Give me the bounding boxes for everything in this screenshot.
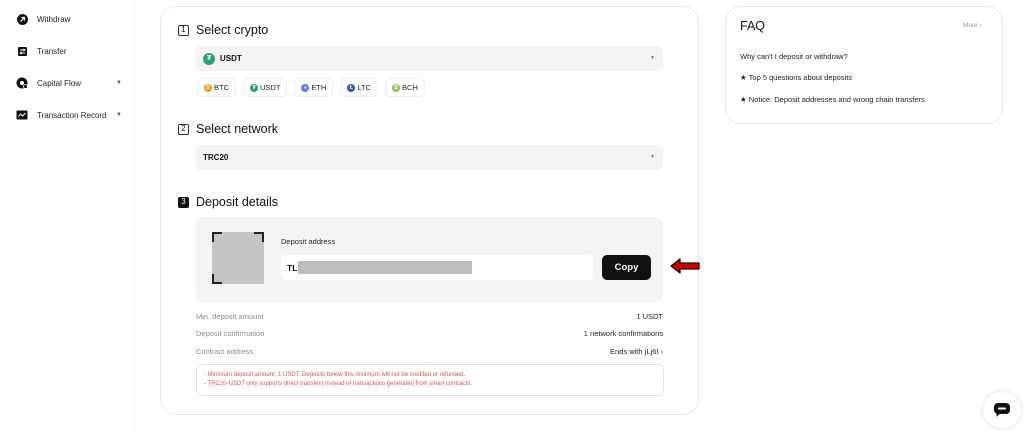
step-title: Deposit details xyxy=(196,195,278,209)
step-select-network: 2 Select network xyxy=(178,122,278,136)
usdt-icon: ₮ xyxy=(250,83,258,92)
deposit-address-prefix: TL xyxy=(287,262,298,273)
copy-button[interactable]: Copy xyxy=(602,255,651,280)
info-value: 1 USDT xyxy=(636,312,663,321)
step-number: 2 xyxy=(178,123,189,135)
info-row-contract-address: Contract address Ends with jLj6t › xyxy=(196,347,663,356)
qr-code xyxy=(212,232,264,284)
crypto-select-value: USDT xyxy=(220,54,242,63)
sidebar-item-transfer[interactable]: Transfer xyxy=(16,43,67,59)
network-select-value: TRC20 xyxy=(203,153,229,162)
step-select-crypto: 1 Select crypto xyxy=(178,23,268,37)
withdraw-icon xyxy=(16,13,28,25)
sidebar-item-withdraw[interactable]: Withdraw xyxy=(16,11,70,27)
eth-icon: ♦ xyxy=(301,83,310,92)
qr-corner xyxy=(212,232,222,242)
bch-icon: ₿ xyxy=(392,83,401,92)
sidebar-item-label: Withdraw xyxy=(37,14,71,24)
faq-item[interactable]: ★ Notice: Deposit addresses and wrong ch… xyxy=(740,95,925,104)
deposit-address-label: Deposit address xyxy=(281,237,336,246)
info-key: Deposit confirmation xyxy=(196,329,265,338)
info-key: Contract address xyxy=(196,347,254,356)
info-row-min-deposit: Min. deposit amount 1 USDT xyxy=(196,312,663,321)
notice-line: - Minimum deposit amount: 1 USDT. Deposi… xyxy=(204,372,466,378)
coin-chip-label: USDT xyxy=(260,83,281,92)
step-number: 3 xyxy=(178,196,189,208)
sidebar-item-label: Transaction Record xyxy=(37,110,107,120)
qr-corner xyxy=(254,232,264,242)
annotation-arrow-icon xyxy=(670,258,700,274)
sidebar-item-transaction-record[interactable]: Transaction Record ▼ xyxy=(16,107,122,123)
faq-panel xyxy=(725,6,1003,124)
chat-icon xyxy=(994,403,1010,417)
coin-chip-label: BCH xyxy=(402,83,418,92)
chevron-down-icon: ▼ xyxy=(650,154,655,160)
transfer-icon xyxy=(16,45,28,57)
step-title: Select crypto xyxy=(196,23,269,37)
coin-chip-label: LTC xyxy=(357,83,372,92)
crypto-select[interactable]: ₮ USDT ▼ xyxy=(195,46,663,71)
sidebar-item-label: Capital Flow xyxy=(37,78,82,88)
qr-corner xyxy=(212,274,222,284)
coin-chip-usdt[interactable]: ₮ USDT xyxy=(243,78,288,97)
coin-quick-select: ₿ BTC ₮ USDT ♦ ETH Ł LTC ₿ BCH xyxy=(197,78,425,97)
faq-item[interactable]: ★ Top 5 questions about deposits xyxy=(740,73,852,82)
usdt-icon: ₮ xyxy=(203,52,215,65)
chevron-down-icon[interactable]: ▼ xyxy=(116,80,122,86)
coin-chip-bch[interactable]: ₿ BCH xyxy=(385,78,425,97)
coin-chip-ltc[interactable]: Ł LTC xyxy=(340,78,379,97)
ltc-icon: Ł xyxy=(347,83,356,92)
info-key: Min. deposit amount xyxy=(196,312,264,321)
sidebar-item-label: Transfer xyxy=(37,46,67,56)
network-select[interactable]: TRC20 ▼ xyxy=(195,145,663,170)
sidebar: Withdraw Transfer Capital Flow ▼ Transac… xyxy=(0,0,134,432)
sidebar-item-capital-flow[interactable]: Capital Flow ▼ xyxy=(16,75,122,91)
address-redaction xyxy=(298,261,473,274)
faq-more-link[interactable]: More › xyxy=(963,22,982,29)
coin-chip-label: ETH xyxy=(311,83,327,92)
notice-line: - TRC20-USDT only supports direct transf… xyxy=(204,381,472,387)
step-number: 1 xyxy=(178,24,189,36)
deposit-notice: - Minimum deposit amount: 1 USDT. Deposi… xyxy=(196,364,664,396)
step-title: Select network xyxy=(196,122,278,136)
step-deposit-details: 3 Deposit details xyxy=(178,195,278,209)
coin-chip-label: BTC xyxy=(214,83,229,92)
faq-title: FAQ xyxy=(740,19,766,33)
deposit-address-field[interactable]: TL xyxy=(281,255,593,280)
info-value: 1 network confirmations xyxy=(583,329,663,338)
coin-chip-eth[interactable]: ♦ ETH xyxy=(294,78,334,97)
chevron-down-icon[interactable]: ▼ xyxy=(116,112,122,118)
contract-address-link[interactable]: Ends with jLj6t › xyxy=(610,347,663,356)
coin-chip-btc[interactable]: ₿ BTC xyxy=(197,78,236,97)
chat-support-button[interactable] xyxy=(983,392,1021,428)
info-row-confirmation: Deposit confirmation 1 network confirmat… xyxy=(196,329,663,338)
capital-flow-icon xyxy=(16,77,28,89)
btc-icon: ₿ xyxy=(204,83,212,92)
chevron-down-icon: ▼ xyxy=(650,55,655,61)
record-icon xyxy=(16,109,28,121)
faq-item[interactable]: Why can't I deposit or withdraw? xyxy=(740,52,848,61)
